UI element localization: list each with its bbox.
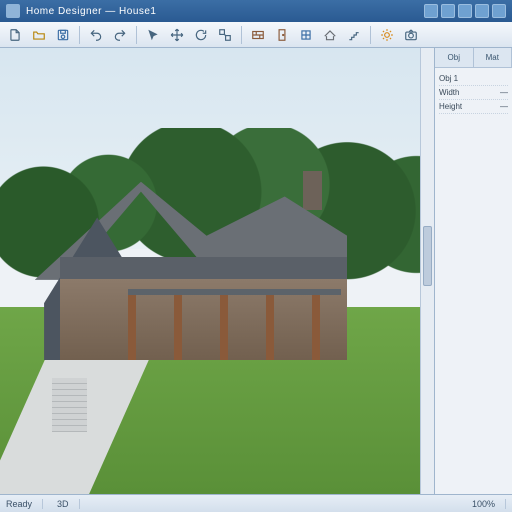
disk-icon	[56, 28, 70, 42]
door-icon	[275, 28, 289, 42]
property-value[interactable]: —	[500, 102, 508, 111]
app-icon	[6, 4, 20, 18]
properties-panel: Obj Mat Obj 1 Width — Height —	[434, 48, 512, 494]
workspace: Obj Mat Obj 1 Width — Height —	[0, 48, 512, 494]
undo-button[interactable]	[85, 25, 107, 45]
status-text: Ready	[6, 499, 43, 509]
rotate-button[interactable]	[190, 25, 212, 45]
statusbar: Ready 3D 100%	[0, 494, 512, 512]
house-porch	[128, 289, 341, 360]
property-row: Height —	[439, 100, 508, 114]
select-button[interactable]	[142, 25, 164, 45]
tray-icon[interactable]	[492, 4, 506, 18]
toolbar-separator	[136, 26, 137, 44]
tray-icon[interactable]	[458, 4, 472, 18]
panel-body: Obj 1 Width — Height —	[435, 68, 512, 494]
roof-icon	[323, 28, 337, 42]
rotate-icon	[194, 28, 208, 42]
new-button[interactable]	[4, 25, 26, 45]
window-button[interactable]	[295, 25, 317, 45]
stairs-button[interactable]	[343, 25, 365, 45]
panel-tabs: Obj Mat	[435, 48, 512, 68]
property-row: Width —	[439, 86, 508, 100]
scene-steps	[52, 378, 87, 432]
main-toolbar	[0, 22, 512, 48]
camera-icon	[404, 28, 418, 42]
property-value[interactable]: —	[500, 88, 508, 97]
property-key: Height	[439, 102, 462, 111]
cursor-icon	[146, 28, 160, 42]
scene-house	[35, 182, 347, 360]
tab-object[interactable]: Obj	[435, 48, 474, 67]
toolbar-separator	[370, 26, 371, 44]
window-titlebar: Home Designer — House1	[0, 0, 512, 22]
tab-material[interactable]: Mat	[474, 48, 512, 67]
property-key: Obj 1	[439, 74, 458, 83]
vertical-scrollbar[interactable]	[420, 48, 434, 494]
toolbar-separator	[241, 26, 242, 44]
move-icon	[170, 28, 184, 42]
tray-icon[interactable]	[424, 4, 438, 18]
tray-icon[interactable]	[441, 4, 455, 18]
door-button[interactable]	[271, 25, 293, 45]
window-icon	[299, 28, 313, 42]
redo-icon	[113, 28, 127, 42]
camera-button[interactable]	[400, 25, 422, 45]
property-key: Width	[439, 88, 459, 97]
open-button[interactable]	[28, 25, 50, 45]
toolbar-separator	[79, 26, 80, 44]
status-view-mode: 3D	[57, 499, 80, 509]
move-button[interactable]	[166, 25, 188, 45]
status-zoom[interactable]: 100%	[472, 499, 506, 509]
scale-button[interactable]	[214, 25, 236, 45]
titlebar-tray	[424, 4, 506, 18]
save-button[interactable]	[52, 25, 74, 45]
scale-icon	[218, 28, 232, 42]
file-icon	[8, 28, 22, 42]
render-scene	[0, 48, 434, 494]
render-button[interactable]	[376, 25, 398, 45]
folder-open-icon	[32, 28, 46, 42]
stairs-icon	[347, 28, 361, 42]
roof-button[interactable]	[319, 25, 341, 45]
wall-button[interactable]	[247, 25, 269, 45]
redo-button[interactable]	[109, 25, 131, 45]
property-row: Obj 1	[439, 72, 508, 86]
window-title: Home Designer — House1	[26, 6, 418, 17]
tray-icon[interactable]	[475, 4, 489, 18]
scrollbar-thumb[interactable]	[423, 226, 432, 286]
undo-icon	[89, 28, 103, 42]
wall-icon	[251, 28, 265, 42]
sun-icon	[380, 28, 394, 42]
house-chimney	[303, 171, 322, 210]
viewport-3d[interactable]	[0, 48, 434, 494]
